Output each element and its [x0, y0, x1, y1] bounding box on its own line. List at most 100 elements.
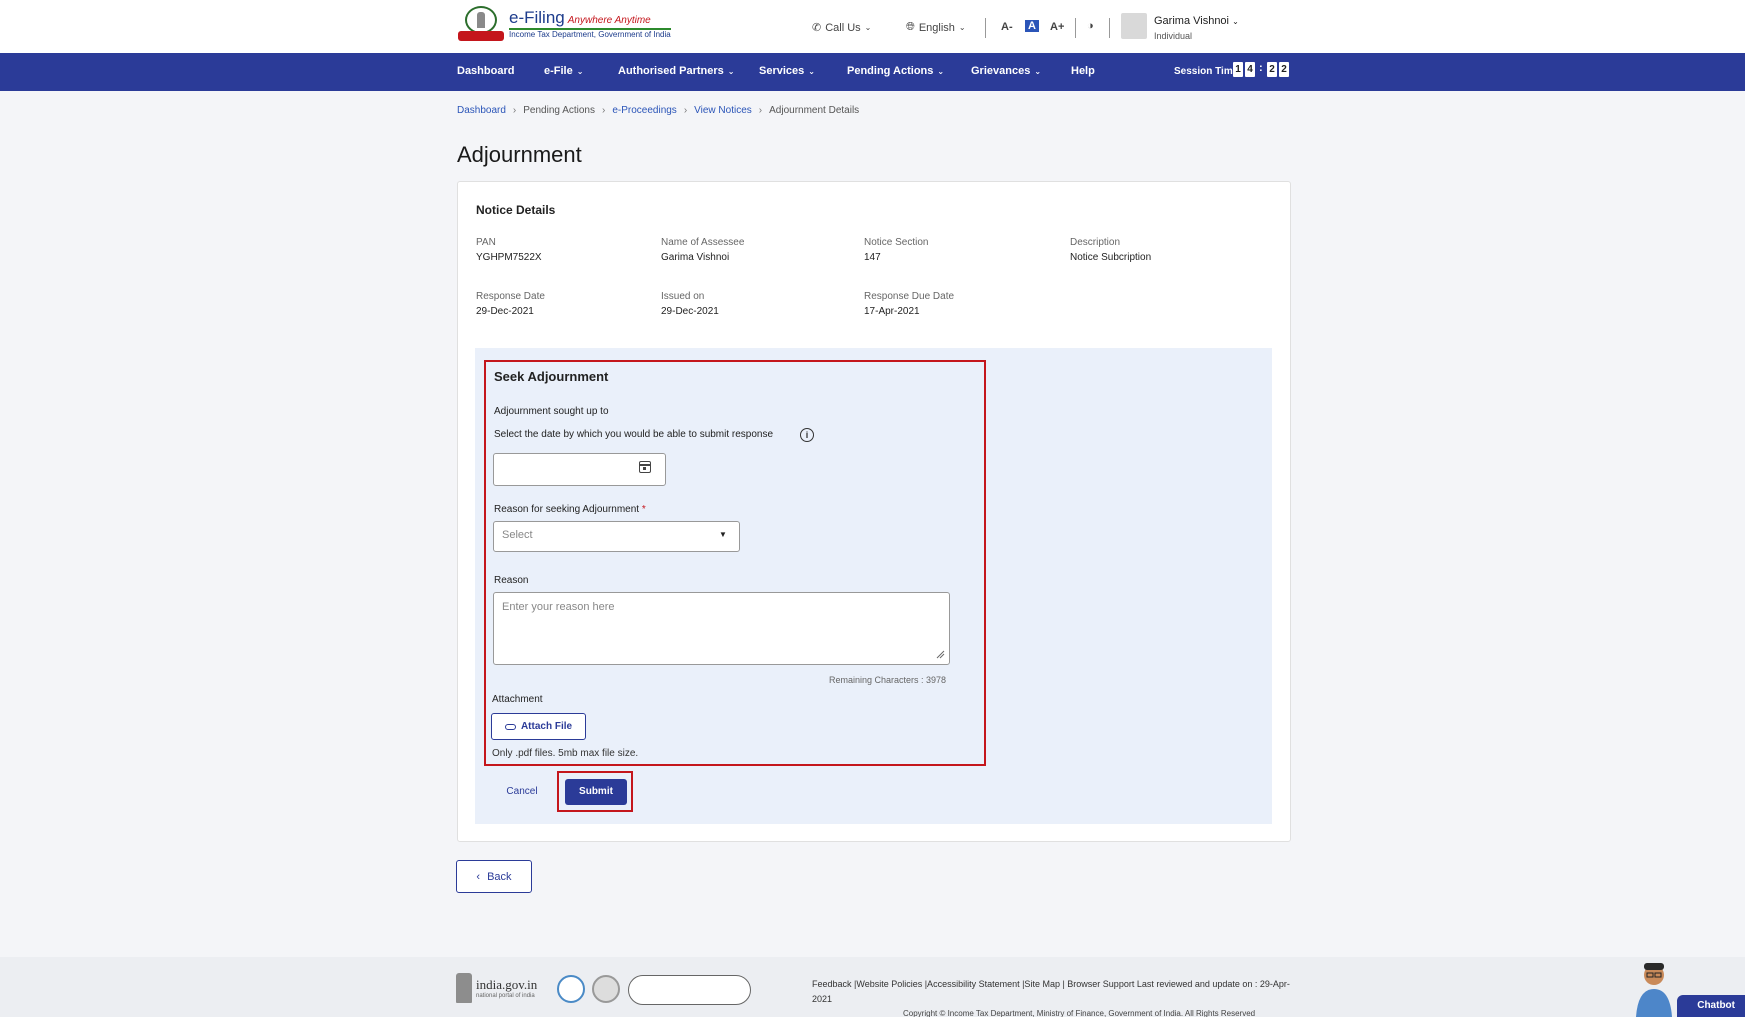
attachment-hint: Only .pdf files. 5mb max file size.: [492, 748, 639, 759]
font-normal-button[interactable]: A: [1025, 20, 1039, 32]
entrust-badge-icon: [592, 975, 620, 1003]
india-gov-subtitle: national portal of india: [476, 993, 535, 999]
caret-down-icon: ▼: [719, 530, 727, 539]
phone-icon: ✆: [812, 22, 822, 34]
logo-title: e-Filing: [509, 8, 565, 27]
session-digit: 2: [1279, 62, 1289, 77]
nav-authorised-partners[interactable]: Authorised Partners ⌄: [618, 65, 734, 77]
attachment-label: Attachment: [492, 694, 543, 705]
resize-handle-icon[interactable]: [936, 650, 945, 659]
remaining-characters: Remaining Characters : 3978: [829, 675, 947, 685]
submit-button[interactable]: Submit: [565, 779, 627, 805]
breadcrumb-view-notices[interactable]: View Notices: [694, 105, 752, 116]
user-name: Garima Vishnoi: [1154, 15, 1229, 27]
nav-grievances[interactable]: Grievances ⌄: [971, 65, 1041, 77]
back-button[interactable]: ‹ Back: [456, 860, 532, 893]
session-digit: 4: [1245, 62, 1255, 77]
session-time-label: Session Time: [1174, 66, 1239, 77]
attach-file-button[interactable]: Attach File: [491, 713, 586, 740]
font-decrease-label: A-: [1001, 21, 1013, 33]
reason-select-label-text: Reason for seeking Adjournment: [494, 504, 640, 515]
reason-select-label: Reason for seeking Adjournment *: [494, 504, 646, 515]
contrast-toggle-icon[interactable]: ◑: [1087, 20, 1094, 32]
cancel-button[interactable]: Cancel: [501, 783, 543, 801]
call-us-dropdown[interactable]: ✆ Call Us ⌄: [812, 21, 872, 35]
call-us-label: Call Us: [825, 21, 861, 34]
logo-subtitle: Income Tax Department, Government of Ind…: [509, 28, 671, 39]
chevron-down-icon: ⌄: [727, 66, 735, 76]
breadcrumb: Dashboard › Pending Actions › e-Proceedi…: [457, 105, 859, 116]
seek-adjournment-title: Seek Adjournment: [494, 369, 609, 384]
required-mark: *: [641, 504, 646, 515]
national-emblem-icon: [456, 973, 472, 1003]
nav-pending-actions[interactable]: Pending Actions ⌄: [847, 65, 944, 77]
efiling-logo[interactable]: e-Filing Anywhere Anytime Income Tax Depa…: [457, 5, 671, 43]
chevron-right-icon: ›: [601, 105, 606, 116]
globe-icon: 🌐︎: [906, 21, 915, 33]
font-increase-button[interactable]: A+: [1050, 21, 1064, 33]
assessee-label: Name of Assessee: [661, 237, 745, 248]
user-menu[interactable]: Garima Vishnoi ⌄: [1154, 15, 1239, 27]
session-digit: 2: [1267, 62, 1277, 77]
nav-services[interactable]: Services ⌄: [759, 65, 815, 77]
nav-dashboard[interactable]: Dashboard: [457, 65, 514, 77]
chevron-right-icon: ›: [683, 105, 688, 116]
nav-label: Help: [1071, 65, 1095, 77]
language-dropdown[interactable]: 🌐︎ English ⌄: [906, 21, 966, 34]
chevron-right-icon: ›: [512, 105, 517, 116]
reason-textarea[interactable]: Enter your reason here: [493, 592, 950, 665]
india-gov-logo[interactable]: india.gov.in national portal of india: [456, 973, 537, 1003]
chatbot-avatar-icon[interactable]: [1630, 957, 1678, 1017]
back-label: Back: [487, 870, 512, 883]
nav-label: Pending Actions: [847, 65, 934, 77]
copyright: Copyright © Income Tax Department, Minis…: [903, 1009, 1256, 1017]
chevron-down-icon: ⌄: [864, 23, 872, 32]
breadcrumb-e-proceedings[interactable]: e-Proceedings: [612, 105, 676, 116]
chevron-down-icon: ⌄: [576, 66, 584, 76]
chevron-down-icon: ⌄: [937, 66, 945, 76]
pan-value: YGHPM7522X: [476, 252, 542, 263]
info-icon[interactable]: i: [800, 428, 814, 442]
breadcrumb-dashboard[interactable]: Dashboard: [457, 105, 506, 116]
chevron-right-icon: ›: [758, 105, 763, 116]
attach-file-label: Attach File: [520, 721, 573, 732]
notice-section-value: 147: [864, 252, 881, 263]
certification-badge-icon: [557, 975, 585, 1003]
main-nav: Dashboard e-File ⌄ Authorised Partners ⌄ S…: [0, 53, 1745, 91]
font-decrease-button[interactable]: A-: [1001, 21, 1013, 33]
avatar[interactable]: [1121, 13, 1147, 39]
divider: [1109, 18, 1110, 38]
issued-on-label: Issued on: [661, 291, 705, 302]
divider: [1075, 18, 1076, 38]
paperclip-icon: [504, 723, 516, 730]
page-title: Adjournment: [457, 142, 582, 167]
user-role: Individual: [1154, 31, 1193, 41]
session-colon: :: [1259, 62, 1263, 74]
top-header: e-Filing Anywhere Anytime Income Tax Depa…: [0, 0, 1745, 53]
nav-label: Services: [759, 65, 805, 77]
chatbot-button[interactable]: Chatbot: [1677, 995, 1745, 1017]
description-label: Description: [1070, 237, 1121, 248]
calendar-icon[interactable]: [639, 461, 651, 473]
notice-section-label: Notice Section: [864, 237, 929, 248]
issued-on-value: 29-Dec-2021: [661, 306, 719, 317]
footer-links[interactable]: Feedback |Website Policies |Accessibilit…: [812, 977, 1292, 1007]
response-due-date-label: Response Due Date: [864, 291, 955, 302]
language-label: English: [918, 21, 955, 34]
breadcrumb-current: Adjournment Details: [769, 105, 860, 116]
nav-label: Authorised Partners: [618, 65, 724, 77]
nav-help[interactable]: Help: [1071, 65, 1095, 77]
response-date-value: 29-Dec-2021: [476, 306, 534, 317]
nav-label: Grievances: [971, 65, 1031, 77]
iso-badges-icon: [628, 975, 751, 1005]
nav-label: Dashboard: [457, 65, 515, 77]
nav-e-file[interactable]: e-File ⌄: [544, 65, 583, 77]
reason-label: Reason: [494, 575, 529, 586]
adjournment-sought-label: Adjournment sought up to: [494, 406, 609, 417]
response-due-date-value: 17-Apr-2021: [864, 306, 920, 317]
chevron-left-icon: ‹: [476, 870, 481, 883]
logo-tagline: Anywhere Anytime: [567, 15, 651, 26]
response-date-label: Response Date: [476, 291, 545, 302]
reason-select[interactable]: Select: [493, 521, 740, 552]
india-gov-title: india.gov.in: [476, 977, 538, 992]
